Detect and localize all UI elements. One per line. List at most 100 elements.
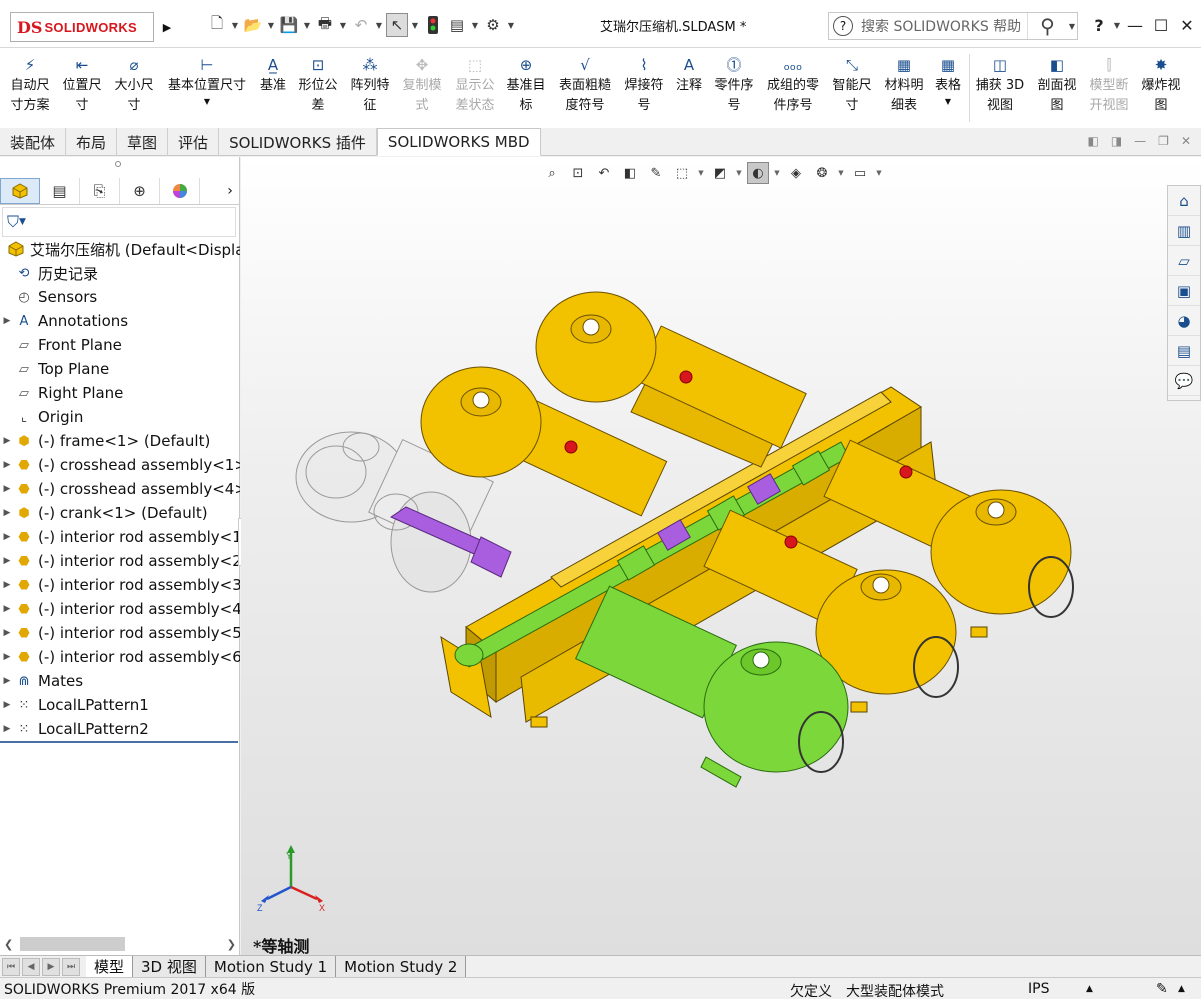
expand-arrow-icon[interactable]: ▶ (0, 436, 14, 446)
feature-manager-tab-icon[interactable] (0, 177, 40, 204)
tree-item[interactable]: ▶ ⬣ (-) interior rod assembly<6> (Default) (0, 645, 240, 669)
expand-arrow-icon[interactable]: ▶ (0, 676, 14, 686)
surface-finish-button[interactable]: √ 表面粗糙 度符号 (554, 54, 616, 124)
tables-button[interactable]: ▦ 表格 ▼ (930, 54, 966, 124)
scrollbar-thumb[interactable] (20, 937, 125, 951)
quick-tips-icon[interactable]: ✎ (1156, 981, 1168, 997)
datum-button[interactable]: A̲ 基准 (254, 54, 292, 124)
tree-root-assembly[interactable]: 艾瑞尔压缩机 (Default<Display State-1>) (0, 237, 240, 261)
show-tolerance-status-button[interactable]: ⬚ 显示公 差状态 (450, 54, 500, 124)
tree-item[interactable]: ▶ ⬣ (-) interior rod assembly<1> (Default) (0, 525, 240, 549)
explode-view-button[interactable]: ✸ 爆炸视 图 (1136, 54, 1186, 124)
horizontal-scrollbar[interactable]: ❮ ❯ (0, 934, 240, 954)
tree-item[interactable]: ▶ ⋒ Mates (0, 669, 240, 693)
copy-scheme-button[interactable]: ✥ 复制模 式 (398, 54, 446, 124)
tree-item[interactable]: ▶ ⁙ LocalLPattern2 (0, 717, 240, 741)
property-manager-tab-icon[interactable]: ▤ (40, 177, 80, 204)
options-dropdown-icon[interactable]: ▼ (506, 21, 516, 30)
tree-item[interactable]: ▶ ⁙ LocalLPattern1 (0, 693, 240, 717)
undo-icon[interactable]: ↶ (350, 13, 372, 37)
doc-restore-icon[interactable]: ❐ (1158, 134, 1169, 148)
restore-left-icon[interactable]: ◧ (1087, 134, 1098, 148)
panel-grip-icon[interactable] (115, 161, 121, 167)
datum-target-button[interactable]: ⊕ 基准目 标 (502, 54, 550, 124)
tab-evaluate[interactable]: 评估 (168, 128, 220, 156)
select-icon[interactable]: ↖ (386, 13, 408, 37)
tree-item[interactable]: ▶ ⬣ (-) crosshead assembly<1> (Default) (0, 453, 240, 477)
prev-tab-icon[interactable]: ◀ (22, 957, 40, 976)
view-palette-icon[interactable]: ▣ (1168, 276, 1200, 306)
file-explorer-icon[interactable]: ▱ (1168, 246, 1200, 276)
tab-3d-views[interactable]: 3D 视图 (133, 955, 206, 978)
dimxpert-manager-tab-icon[interactable]: ⊕ (120, 177, 160, 204)
forum-icon[interactable]: 💬 (1168, 366, 1200, 396)
geometric-tolerance-button[interactable]: ⊡ 形位公 差 (294, 54, 342, 124)
status-bar-dropdown-icon[interactable]: ▲ (1178, 984, 1185, 994)
tree-filter[interactable]: ⛉ ▼ (2, 207, 236, 237)
expand-arrow-icon[interactable]: ▶ (0, 484, 14, 494)
tree-item[interactable]: ▱ Front Plane (0, 333, 240, 357)
tab-sketch[interactable]: 草图 (117, 128, 169, 156)
save-icon[interactable]: 💾 (278, 13, 300, 37)
options-icon[interactable]: ⚙ (482, 13, 504, 37)
bill-of-materials-button[interactable]: ▦ 材料明 细表 (880, 54, 928, 124)
filter-dropdown-icon[interactable]: ▼ (19, 217, 26, 227)
expand-arrow-icon[interactable]: ▶ (0, 460, 14, 470)
scroll-left-icon[interactable]: ❮ (4, 938, 13, 951)
design-library-icon[interactable]: ▥ (1168, 216, 1200, 246)
auto-balloon-button[interactable]: ₒₒₒ 成组的零 件序号 (760, 54, 826, 124)
section-view-button[interactable]: ◧ 剖面视 图 (1032, 54, 1082, 124)
tree-item[interactable]: ▶ ⬢ (-) crank<1> (Default) (0, 501, 240, 525)
capture-3d-view-button[interactable]: ◫ 捕获 3D 视图 (972, 54, 1028, 124)
scroll-right-icon[interactable]: ❯ (227, 938, 236, 951)
search-icon[interactable]: ⚲ (1027, 13, 1067, 39)
tree-item[interactable]: ▶ ⬣ (-) interior rod assembly<5> (Default) (0, 621, 240, 645)
tree-item[interactable]: ▶ ⬣ (-) crosshead assembly<4> (Default) (0, 477, 240, 501)
doc-minimize-icon[interactable]: — (1134, 134, 1146, 148)
basic-location-dropdown-icon[interactable]: ▼ (204, 96, 210, 108)
menu-expand-arrow-icon[interactable]: ▶ (158, 14, 176, 40)
tab-model[interactable]: 模型 (86, 955, 134, 978)
expand-arrow-icon[interactable]: ▶ (0, 532, 14, 542)
graphics-viewport[interactable]: ⌕ ⊡ ↶ ◧ ✎ ⬚ ▼ ◩ ▼ ◐ ▼ ◈ ❂ ▼ ▭ ▼ ⌂ ▥ ▱ ▣ ◕ ▤ 💬 (241, 157, 1201, 955)
smart-dimension-button[interactable]: ⤡ 智能尺 寸 (828, 54, 876, 124)
model-break-view-button[interactable]: ⫿ 模型断 开视图 (1084, 54, 1134, 124)
first-tab-icon[interactable]: ⏮ (2, 957, 20, 976)
filter-icon[interactable]: ⛉ (7, 212, 19, 232)
tab-solidworks-mbd[interactable]: SOLIDWORKS MBD (376, 128, 541, 156)
tree-item[interactable]: ▶ ⬣ (-) interior rod assembly<4> (Default) (0, 597, 240, 621)
expand-arrow-icon[interactable]: ▶ (0, 628, 14, 638)
pattern-feature-button[interactable]: ⁂ 阵列特 征 (346, 54, 394, 124)
maximize-icon[interactable]: ☐ (1148, 12, 1174, 38)
tab-motion-study-1[interactable]: Motion Study 1 (205, 955, 337, 978)
search-input[interactable]: 搜索 SOLIDWORKS 帮助 (861, 16, 1027, 36)
basic-location-dimension-button[interactable]: ⊢ 基本位置尺寸 ▼ (162, 54, 252, 124)
unit-system-button[interactable]: IPS (1028, 981, 1049, 997)
note-button[interactable]: A 注释 (670, 54, 708, 124)
solidworks-resources-icon[interactable]: ⌂ (1168, 186, 1200, 216)
new-icon[interactable]: 🗋 (206, 13, 228, 37)
restore-right-icon[interactable]: ◨ (1111, 134, 1122, 148)
tab-solidworks-addins[interactable]: SOLIDWORKS 插件 (219, 128, 377, 156)
configuration-manager-tab-icon[interactable]: ⎘ (80, 177, 120, 204)
save-dropdown-icon[interactable]: ▼ (302, 21, 312, 30)
tab-assembly[interactable]: 装配体 (0, 128, 67, 156)
tree-item[interactable]: ▱ Top Plane (0, 357, 240, 381)
expand-arrow-icon[interactable]: ▶ (0, 652, 14, 662)
size-dimension-button[interactable]: ⌀ 大小尺 寸 (110, 54, 158, 124)
custom-properties-icon[interactable]: ▤ (1168, 336, 1200, 366)
last-tab-icon[interactable]: ⏭ (62, 957, 80, 976)
unit-system-dropdown-icon[interactable]: ▲ (1086, 984, 1093, 994)
panel-tabs-more-icon[interactable]: › (220, 183, 240, 199)
rebuild-icon[interactable] (422, 13, 444, 37)
display-manager-tab-icon[interactable] (160, 177, 200, 204)
tables-dropdown-icon[interactable]: ▼ (945, 96, 951, 108)
tab-layout[interactable]: 布局 (66, 128, 118, 156)
tree-item[interactable]: ▱ Right Plane (0, 381, 240, 405)
file-properties-dropdown-icon[interactable]: ▼ (470, 21, 480, 30)
undo-dropdown-icon[interactable]: ▼ (374, 21, 384, 30)
doc-close-icon[interactable]: ✕ (1181, 134, 1191, 148)
compressor-model-render[interactable] (241, 157, 1167, 917)
help-search-box[interactable]: ? 搜索 SOLIDWORKS 帮助 ⚲ ▼ (828, 12, 1078, 40)
tree-item[interactable]: ⌞ Origin (0, 405, 240, 429)
